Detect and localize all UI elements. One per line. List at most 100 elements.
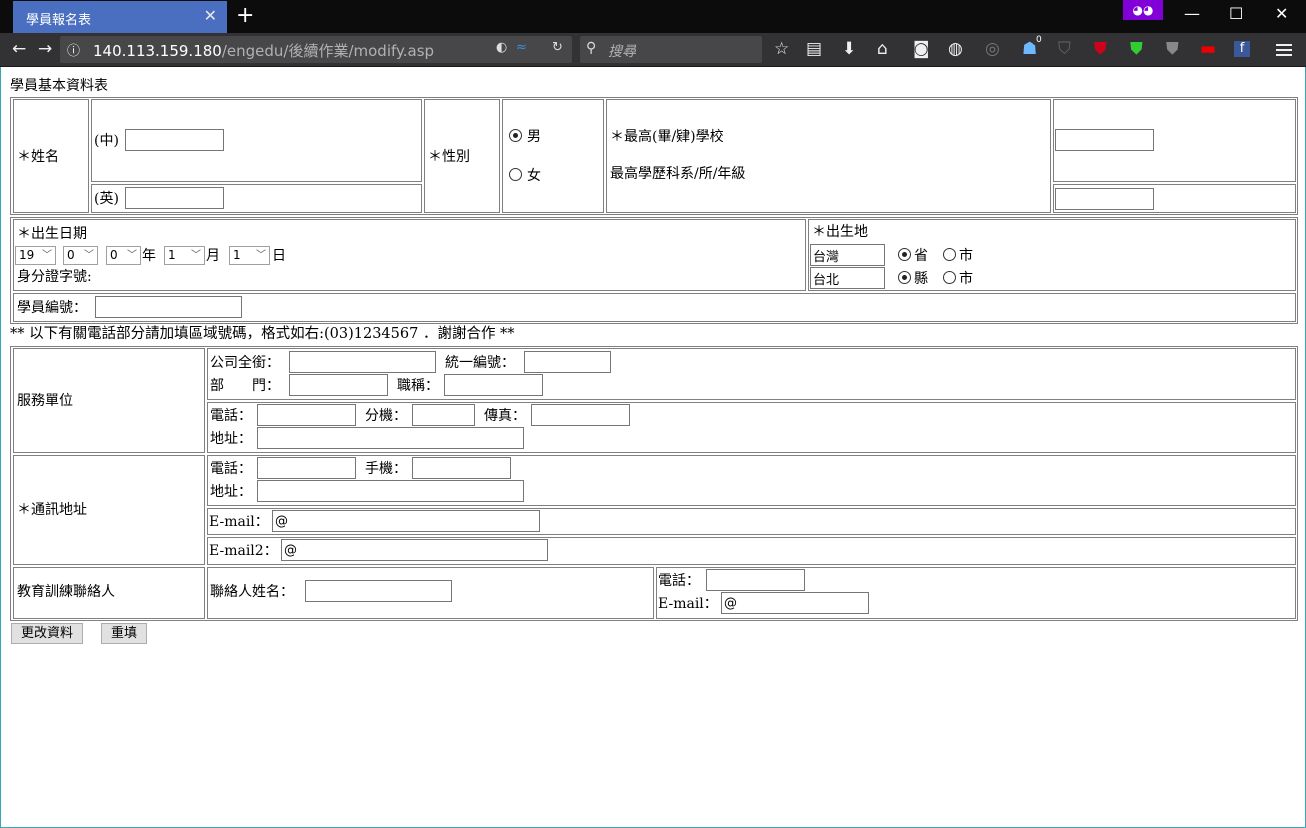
tracking-icon[interactable]: ◐: [496, 40, 507, 55]
trainer-phone-input[interactable]: [706, 569, 805, 591]
work-label: 服務單位: [17, 393, 73, 409]
trainer-email-input[interactable]: [721, 592, 869, 614]
department-label: 部 門：: [210, 378, 280, 394]
w-extension-icon[interactable]: ⛊: [1130, 39, 1143, 59]
gender-male-radio[interactable]: [509, 129, 522, 142]
student-no-input[interactable]: [95, 296, 242, 318]
flag-icon[interactable]: ▬: [1200, 39, 1216, 59]
birth-century-select[interactable]: 19 ﹀: [15, 246, 56, 265]
library-icon[interactable]: ▤: [806, 39, 822, 59]
reload-icon[interactable]: ↻: [552, 40, 563, 55]
county-label: 縣: [914, 271, 928, 287]
search-placeholder: 搜尋: [608, 44, 636, 60]
home-addr-label: 地址：: [210, 484, 252, 500]
privacy-shield-icon[interactable]: ⛊: [1166, 39, 1179, 59]
email-label: E-mail：: [209, 514, 269, 530]
facebook-icon[interactable]: f: [1234, 41, 1250, 57]
birth-label: ＊出生日期: [17, 226, 87, 242]
mobile-label: 手機：: [365, 461, 407, 477]
reader-icon[interactable]: ≈: [516, 40, 527, 55]
email2-input[interactable]: [281, 539, 548, 561]
name-cn-input[interactable]: [125, 129, 224, 151]
city2-radio[interactable]: [943, 271, 956, 284]
ext-label: 分機：: [365, 408, 407, 424]
trainer-name-input[interactable]: [305, 580, 452, 602]
mobile-input[interactable]: [412, 457, 511, 479]
dept-input[interactable]: [1055, 188, 1154, 210]
phone-note: ** 以下有關電話部分請加填區域號碼，格式如右:(03)1234567 ．謝謝合…: [10, 326, 515, 342]
trainer-name-label: 聯絡人姓名：: [210, 584, 294, 600]
new-tab-button[interactable]: +: [236, 4, 254, 28]
gender-label: ＊性別: [428, 149, 470, 165]
company-label: 公司全銜：: [210, 355, 280, 371]
trainer-email-label: E-mail：: [658, 596, 718, 612]
browser-titlebar: 學員報名表 ✕ + ◕◕ — ☐ ✕: [0, 0, 1306, 33]
home-icon[interactable]: ⌂: [877, 39, 888, 59]
reset-button[interactable]: 重填: [101, 623, 147, 644]
chevron-down-icon: ﹀: [191, 250, 201, 261]
maximize-button[interactable]: ☐: [1229, 4, 1243, 23]
birth-year-tens-select[interactable]: 0 ﹀: [63, 246, 98, 265]
extension-eye-icon[interactable]: ◎: [985, 39, 1000, 59]
place-province-input[interactable]: [810, 244, 885, 266]
pocket-icon[interactable]: ◙: [913, 39, 930, 59]
chevron-down-icon: ﹀: [84, 250, 94, 261]
search-bar[interactable]: ⚲ 搜尋: [580, 36, 762, 63]
birth-day-select[interactable]: 1 ﹀: [229, 246, 270, 265]
job-title-label: 職稱：: [397, 378, 439, 394]
window-close-button[interactable]: ✕: [1275, 4, 1288, 23]
submit-button[interactable]: 更改資料: [11, 623, 83, 644]
shield-icon[interactable]: ⛉: [1058, 39, 1071, 59]
work-addr-input[interactable]: [257, 427, 524, 449]
home-phone-label: 電話：: [210, 461, 252, 477]
tab-close-icon[interactable]: ✕: [204, 6, 217, 25]
work-phone-input[interactable]: [257, 404, 356, 426]
browser-toolbar: ← → ⓘ 140.113.159.180/engedu/後續作業/modify…: [0, 33, 1306, 67]
globe-icon[interactable]: ◍: [948, 39, 963, 59]
trainer-label: 教育訓練聯絡人: [17, 584, 115, 600]
download-icon[interactable]: ⬇: [842, 39, 856, 59]
url-path: /engedu/後續作業/modify.asp: [221, 42, 435, 60]
company-input[interactable]: [289, 351, 436, 373]
province-radio[interactable]: [898, 248, 911, 261]
minimize-button[interactable]: —: [1184, 4, 1200, 23]
city-radio[interactable]: [943, 248, 956, 261]
dept-label: 最高學歷科系/所/年級: [610, 166, 746, 182]
hamburger-menu-icon[interactable]: [1276, 44, 1292, 56]
extension-badge: 0: [1033, 35, 1045, 45]
gender-female-radio[interactable]: [509, 168, 522, 181]
place-county-input[interactable]: [810, 267, 885, 289]
birth-month-select[interactable]: 1 ﹀: [164, 246, 205, 265]
work-addr-label: 地址：: [210, 431, 252, 447]
tab-title: 學員報名表: [26, 13, 92, 28]
school-input[interactable]: [1055, 129, 1154, 151]
year-suffix: 年: [142, 248, 156, 264]
day-suffix: 日: [272, 248, 286, 264]
birth-year-ones-select[interactable]: 0 ﹀: [106, 246, 141, 265]
ublock-icon[interactable]: ⛊: [1094, 39, 1107, 59]
tax-id-input[interactable]: [524, 351, 611, 373]
home-addr-input[interactable]: [257, 480, 524, 502]
department-input[interactable]: [289, 374, 388, 396]
forward-arrow-icon[interactable]: →: [38, 39, 52, 59]
name-en-input[interactable]: [125, 187, 224, 209]
browser-tab[interactable]: 學員報名表 ✕: [13, 1, 227, 33]
school-label: ＊最高(畢/肄)學校: [610, 129, 724, 145]
search-icon: ⚲: [586, 40, 597, 56]
fax-input[interactable]: [531, 404, 630, 426]
back-arrow-icon[interactable]: ←: [12, 39, 26, 59]
month-suffix: 月: [206, 248, 220, 264]
email-input[interactable]: [272, 510, 540, 532]
city2-label: 市: [959, 271, 973, 287]
name-label: ＊姓名: [17, 149, 59, 165]
fax-label: 傳真：: [484, 408, 526, 424]
site-info-icon[interactable]: ⓘ: [67, 40, 80, 59]
job-title-input[interactable]: [444, 374, 543, 396]
ext-input[interactable]: [412, 404, 475, 426]
bookmark-star-icon[interactable]: ☆: [774, 39, 789, 59]
page-viewport: 學員基本資料表 ＊姓名 (中) (英) ＊性別 男 女 ＊最高(畢/肄)學校 最…: [0, 67, 1306, 828]
county-radio[interactable]: [898, 271, 911, 284]
url-bar[interactable]: ⓘ 140.113.159.180/engedu/後續作業/modify.asp…: [60, 36, 572, 63]
url-host: 140.113.159.180: [93, 42, 222, 60]
home-phone-input[interactable]: [257, 457, 356, 479]
